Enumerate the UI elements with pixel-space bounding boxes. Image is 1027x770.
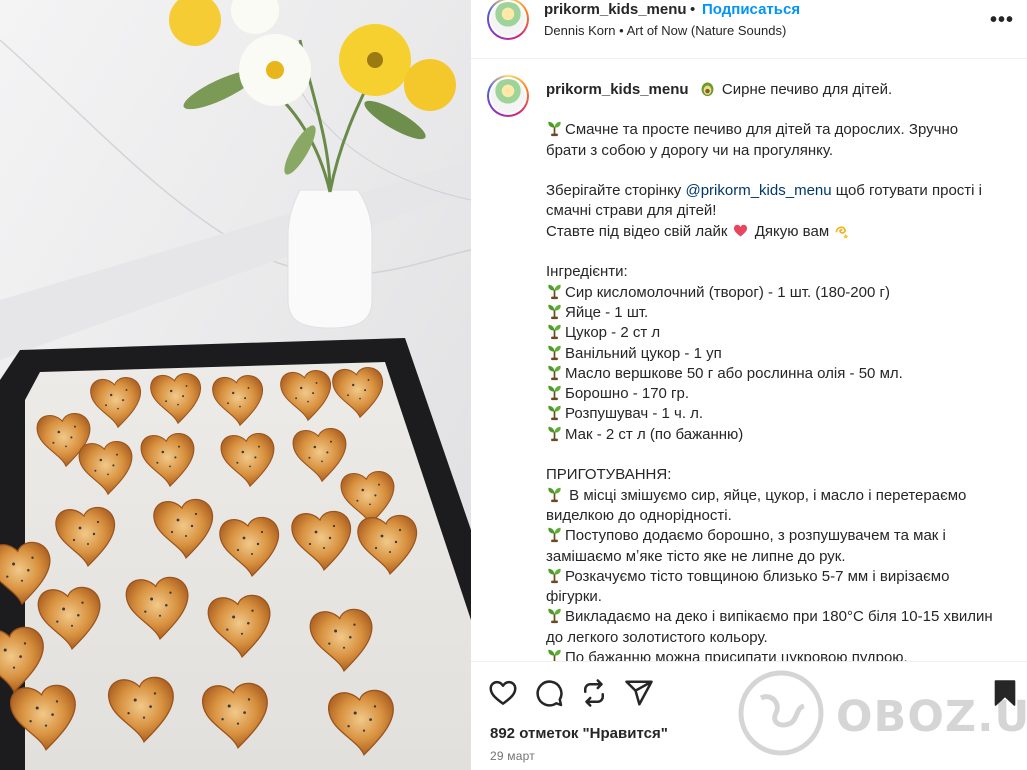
mention-link[interactable]: @prikorm_kids_menu [685, 182, 831, 199]
more-options-icon[interactable]: ••• [990, 9, 1014, 32]
ingredient-item: Яйце - 1 шт. [546, 303, 1001, 323]
sprout-icon [548, 121, 561, 137]
sprout-icon [548, 284, 561, 299]
ingredients-list: Сир кисломолочний (творог) - 1 шт. (180-… [546, 283, 1001, 445]
list-item-text: Сир кисломолочний (творог) - 1 шт. (180-… [565, 283, 890, 301]
list-item-text: Поступово додаємо борошно, з розпушуваче… [546, 527, 946, 565]
ingredient-item: Борошно - 170 гр. [546, 384, 1001, 404]
list-item-text: По бажанню можна присипати цукровою пудр… [565, 649, 908, 661]
ingredient-item: Сир кисломолочний (творог) - 1 шт. (180-… [546, 283, 1001, 303]
comment-icon[interactable] [534, 678, 564, 708]
sprout-icon [548, 406, 561, 421]
list-item-text: Розкачуємо тісто товщиною близько 5-7 мм… [546, 567, 950, 606]
list-item-text: Яйце - 1 шт. [565, 303, 649, 321]
ingredient-item: Масло вершкове 50 г або рослинна олія - … [546, 364, 1001, 384]
avocado-icon [701, 82, 714, 97]
bookmark-icon[interactable] [990, 678, 1020, 708]
sprout-icon [548, 365, 561, 381]
ingredient-item: Мак - 2 ст л (по бажанню) [546, 425, 1001, 445]
avatar[interactable] [487, 0, 529, 40]
post-date[interactable]: 29 март [490, 749, 535, 763]
heart-emoji-icon [733, 224, 747, 237]
step-item: По бажанню можна присипати цукровою пудр… [546, 648, 1001, 661]
list-item-text: Ванільний цукор - 1 уп [565, 344, 722, 362]
caption-title-line: prikorm_kids_menu Сирне печиво для дітей… [546, 80, 1001, 100]
like-prefix: Ставте під відео свій лайк [546, 222, 728, 240]
step-item: В місці змішуємо сир, яйце, цукор, і мас… [546, 486, 1001, 527]
follow-button[interactable]: Подписаться [702, 1, 800, 18]
sprout-icon [548, 324, 561, 340]
save-prefix: Зберігайте сторінку [546, 182, 686, 200]
list-item-text: Масло вершкове 50 г або рослинна олія - … [565, 364, 903, 382]
step-item: Викладаємо на деко і випікаємо при 180°C… [546, 607, 1001, 648]
caption-text: prikorm_kids_menu Сирне печиво для дітей… [546, 80, 1001, 661]
caption-save-line: Зберігайте сторінку @prikorm_kids_menu щ… [546, 181, 1001, 222]
steps-list: В місці змішуємо сир, яйце, цукор, і мас… [546, 486, 1001, 661]
caption-intro: Смачне та просте печиво для дітей та дор… [546, 120, 1001, 161]
sprout-icon [548, 304, 561, 320]
likes-count[interactable]: 892 отметок "Нравится" [490, 725, 668, 742]
caption-title: Сирне печиво для дітей. [721, 81, 893, 98]
header-username[interactable]: prikorm_kids_menu [544, 1, 687, 18]
sprout-icon [548, 345, 561, 360]
sprout-icon [548, 568, 561, 583]
header-separator: • [690, 1, 696, 18]
caption-username[interactable]: prikorm_kids_menu [546, 81, 689, 98]
sprout-icon [548, 426, 561, 441]
list-item-text: Розпушувач - 1 ч. л. [565, 405, 704, 423]
like-suffix: Дякую вам [754, 222, 830, 240]
list-item-text: Викладаємо на деко і випікаємо при 180°C… [546, 608, 993, 646]
post-actions: 892 отметок "Нравится" 29 март [471, 661, 1027, 770]
steps-title: ПРИГОТУВАННЯ: [546, 466, 672, 484]
sprout-icon [548, 385, 561, 401]
sprout-icon [548, 649, 561, 661]
list-item-text: В місці змішуємо сир, яйце, цукор, і мас… [546, 486, 967, 524]
ingredient-item: Цукор - 2 ст л [546, 323, 1001, 343]
audio-track-link[interactable]: Dennis Korn • Art of Now (Nature Sounds) [544, 23, 786, 38]
post-header: prikorm_kids_menu • Подписаться Dennis K… [471, 0, 1027, 59]
sprout-icon [548, 487, 561, 502]
step-item: Розкачуємо тісто товщиною близько 5-7 мм… [546, 567, 1001, 608]
caption-area[interactable]: prikorm_kids_menu Сирне печиво для дітей… [471, 60, 1027, 661]
sprout-icon [548, 527, 561, 543]
caption-like-line: Ставте під відео свій лайк Дякую вам [546, 222, 1001, 242]
repost-icon[interactable] [579, 678, 609, 708]
caption-avatar[interactable] [487, 75, 529, 117]
list-item-text: Мак - 2 ст л (по бажанню) [565, 425, 744, 443]
share-icon[interactable] [624, 678, 654, 708]
intro-text: Смачне та просте печиво для дітей та дор… [546, 121, 959, 159]
ingredient-item: Ванільний цукор - 1 уп [546, 344, 1001, 364]
list-item-text: Борошно - 170 гр. [565, 385, 690, 403]
ingredients-title: Інгредієнти: [546, 263, 628, 281]
step-item: Поступово додаємо борошно, з розпушуваче… [546, 526, 1001, 567]
post-photo[interactable] [0, 0, 471, 770]
ingredient-item: Розпушувач - 1 ч. л. [546, 404, 1001, 424]
heart-icon[interactable] [488, 678, 518, 708]
post-panel: prikorm_kids_menu • Подписаться Dennis K… [471, 0, 1027, 770]
sprout-icon [548, 609, 561, 624]
dizzy-emoji-icon [835, 226, 849, 239]
list-item-text: Цукор - 2 ст л [565, 324, 661, 342]
cookies-photo [0, 0, 471, 770]
